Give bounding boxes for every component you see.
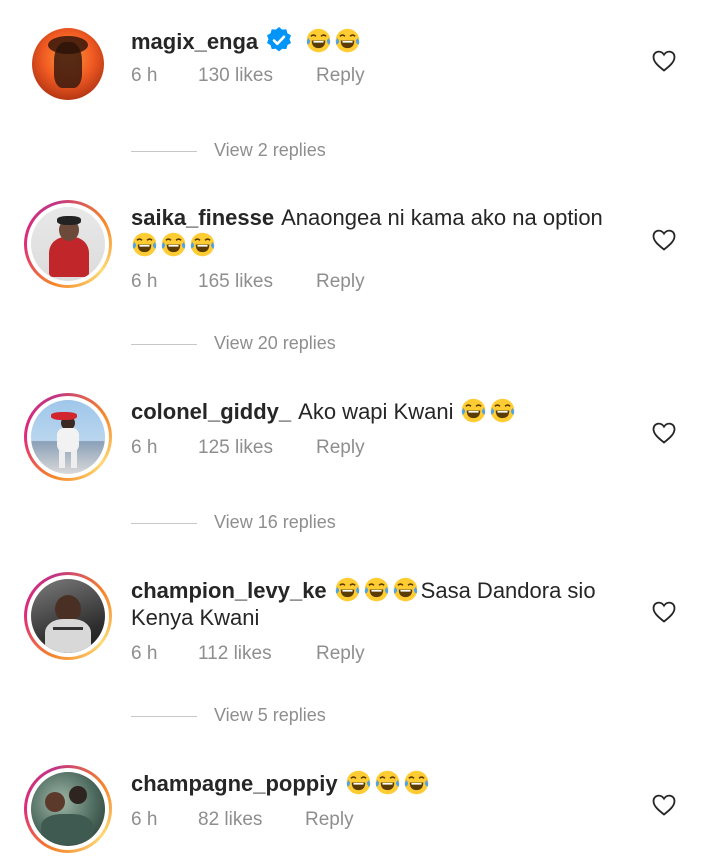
view-replies-button[interactable]: View 16 replies [131, 512, 336, 536]
avatar-image [31, 579, 105, 653]
face-with-tears-of-joy-icon [189, 231, 216, 258]
avatar[interactable] [32, 28, 104, 100]
replies-divider [131, 343, 197, 345]
reply-button[interactable]: Reply [316, 271, 365, 293]
avatar[interactable] [24, 200, 112, 288]
likes-count[interactable]: 130 likes [198, 65, 316, 87]
story-ring [27, 203, 109, 285]
comment-meta: 6 h 130 likes Reply [131, 65, 365, 87]
story-ring [27, 396, 109, 478]
face-with-tears-of-joy-icon [334, 27, 361, 54]
comment-text: champagne_poppiy [131, 769, 631, 797]
avatar-image [32, 28, 104, 100]
face-with-tears-of-joy-icon [160, 231, 187, 258]
likes-count[interactable]: 112 likes [198, 643, 316, 665]
avatar-image [31, 400, 105, 474]
face-with-tears-of-joy-icon [363, 576, 390, 603]
comment-meta: 6 h 165 likes Reply [131, 271, 365, 293]
face-with-tears-of-joy-icon [334, 576, 361, 603]
heart-icon[interactable] [652, 50, 676, 72]
view-replies-button[interactable]: View 5 replies [131, 705, 326, 729]
face-with-tears-of-joy-icon [489, 397, 516, 424]
heart-icon[interactable] [652, 601, 676, 623]
face-with-tears-of-joy-icon [392, 576, 419, 603]
comments-list: magix_enga 6 h 130 likes Reply View 2 repl… [0, 0, 720, 864]
view-replies-button[interactable]: View 2 replies [131, 140, 326, 164]
likes-count[interactable]: 165 likes [198, 271, 316, 293]
view-replies-label: View 16 replies [214, 512, 336, 532]
likes-count[interactable]: 82 likes [198, 809, 305, 831]
view-replies-label: View 20 replies [214, 333, 336, 353]
face-with-tears-of-joy-icon [305, 27, 332, 54]
face-with-tears-of-joy-icon [131, 231, 158, 258]
comment-body: Ako wapi Kwani [298, 399, 454, 424]
face-with-tears-of-joy-icon [374, 769, 401, 796]
likes-count[interactable]: 125 likes [198, 437, 316, 459]
heart-icon[interactable] [652, 794, 676, 816]
comment-text: champion_levy_ke Sasa Dandora sio Kenya K… [131, 576, 631, 631]
avatar[interactable] [24, 393, 112, 481]
face-with-tears-of-joy-icon [345, 769, 372, 796]
face-with-tears-of-joy-icon [460, 397, 487, 424]
timestamp: 6 h [131, 809, 158, 830]
timestamp: 6 h [131, 643, 158, 664]
replies-divider [131, 150, 197, 152]
comment-meta: 6 h 125 likes Reply [131, 437, 365, 459]
story-ring [27, 768, 109, 850]
comment-text: saika_finesse Anaongea ni kama ako na opt… [131, 204, 631, 259]
username[interactable]: colonel_giddy_ [131, 399, 291, 424]
view-replies-label: View 5 replies [214, 705, 326, 725]
reply-button[interactable]: Reply [316, 643, 365, 665]
timestamp: 6 h [131, 271, 158, 292]
avatar-image [31, 207, 105, 281]
comment-meta: 6 h 112 likes Reply [131, 643, 365, 665]
reply-button[interactable]: Reply [305, 809, 354, 831]
comment-text: colonel_giddy_ Ako wapi Kwani [131, 397, 631, 425]
comment-body: Anaongea ni kama ako na option [281, 205, 603, 230]
heart-icon[interactable] [652, 422, 676, 444]
replies-divider [131, 715, 197, 717]
story-ring [27, 575, 109, 657]
comment-meta: 6 h 82 likes Reply [131, 809, 354, 831]
verified-badge-icon [267, 27, 292, 52]
avatar[interactable] [24, 765, 112, 853]
avatar-image [31, 772, 105, 846]
username[interactable]: saika_finesse [131, 205, 274, 230]
timestamp: 6 h [131, 65, 158, 86]
avatar[interactable] [24, 572, 112, 660]
view-replies-button[interactable]: View 20 replies [131, 333, 336, 357]
heart-icon[interactable] [652, 229, 676, 251]
reply-button[interactable]: Reply [316, 65, 365, 87]
username[interactable]: magix_enga [131, 29, 258, 54]
view-replies-label: View 2 replies [214, 140, 326, 160]
username[interactable]: champagne_poppiy [131, 771, 338, 796]
replies-divider [131, 522, 197, 524]
reply-button[interactable]: Reply [316, 437, 365, 459]
timestamp: 6 h [131, 437, 158, 458]
face-with-tears-of-joy-icon [403, 769, 430, 796]
username[interactable]: champion_levy_ke [131, 578, 327, 603]
comment-text: magix_enga [131, 26, 631, 55]
